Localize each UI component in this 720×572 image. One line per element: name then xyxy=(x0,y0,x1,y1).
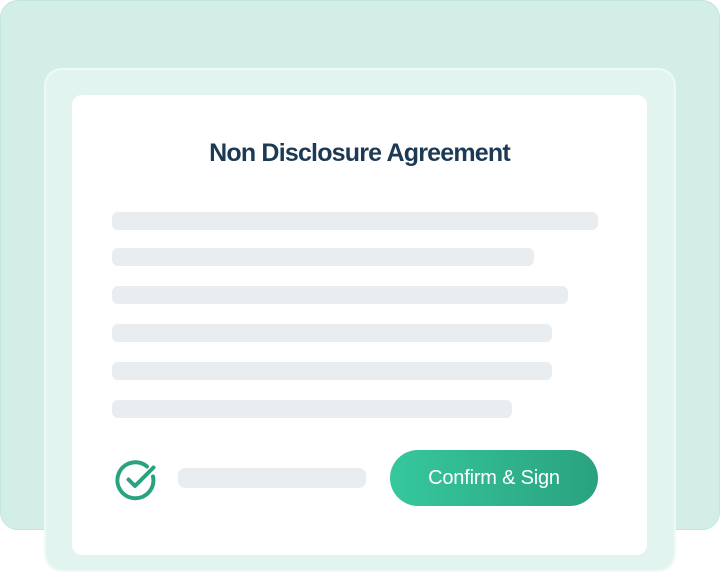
text-placeholder-line xyxy=(112,362,552,380)
check-circle-icon[interactable] xyxy=(113,456,161,504)
document-title: Non Disclosure Agreement xyxy=(209,139,511,167)
signature-placeholder xyxy=(178,468,366,488)
text-placeholder-line xyxy=(112,400,512,418)
text-placeholder-line xyxy=(112,286,568,304)
text-placeholder-line xyxy=(112,248,534,266)
document-card: Non Disclosure Agreement Confirm & Sign xyxy=(72,95,647,555)
text-placeholder-line xyxy=(112,212,598,230)
text-placeholder-line xyxy=(112,324,552,342)
confirm-sign-button[interactable]: Confirm & Sign xyxy=(390,450,598,506)
